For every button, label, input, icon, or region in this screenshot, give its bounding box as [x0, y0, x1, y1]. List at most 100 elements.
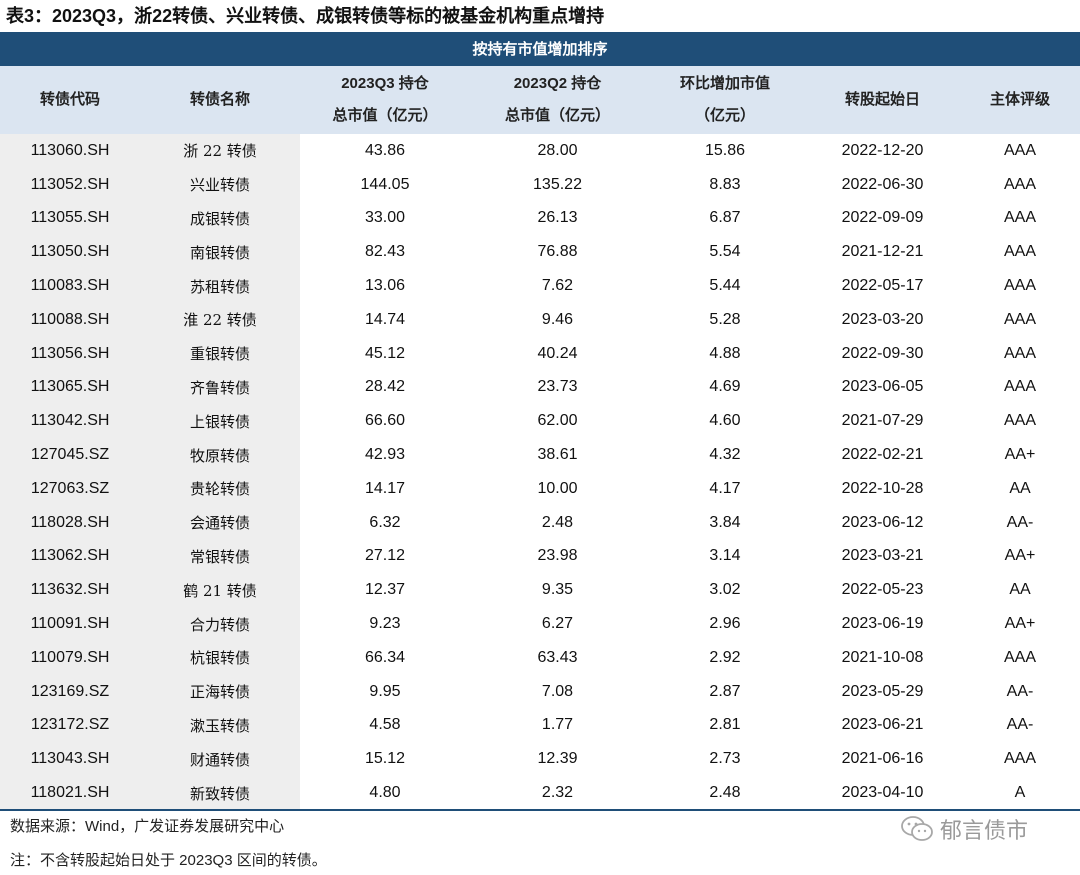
cell-code: 127045.SZ [30, 446, 110, 464]
cell-name: 贵轮转债 [189, 480, 250, 499]
cell-change: 5.28 [709, 310, 741, 328]
cell-code: 113050.SH [30, 243, 110, 261]
cell-q2-value: 2.32 [541, 784, 574, 802]
table-header: 转债代码 转债名称 2023Q3 持仓 总市值（亿元） 2023Q2 持仓 总市… [0, 66, 1080, 134]
watermark: 郁言债市 [900, 814, 1028, 844]
table-row: 127045.SZ 牧原转债 42.93 38.61 4.32 2022-02-21 AA+ [0, 438, 1080, 472]
cell-change: 8.83 [709, 175, 741, 193]
cell-rating: AAA [1003, 378, 1036, 396]
cell-change: 5.44 [709, 277, 741, 295]
cell-name: 新致转债 [189, 784, 250, 803]
cell-q3-value: 66.34 [364, 648, 406, 666]
cell-q2-value: 63.43 [537, 648, 578, 666]
cell-rating: AAA [1003, 209, 1036, 227]
cell-change: 4.17 [709, 479, 741, 497]
table-row: 110091.SH 合力转债 9.23 6.27 2.96 2023-06-19 AA+ [0, 607, 1080, 641]
table-row: 113043.SH 财通转债 15.12 12.39 2.73 2021-06-16 AAA [0, 742, 1080, 776]
table-row: 113065.SH 齐鲁转债 28.42 23.73 4.69 2023-06-05 AAA [0, 371, 1080, 405]
cell-rating: AAA [1003, 750, 1036, 768]
cell-rating: AA+ [1004, 547, 1036, 565]
header-change: 环比增加市值 （亿元） [679, 75, 770, 124]
header-rating: 主体评级 [989, 91, 1050, 108]
cell-start-date: 2021-12-21 [841, 243, 924, 261]
header-q2-value: 2023Q2 持仓 总市值（亿元） [504, 75, 610, 124]
cell-q3-value: 27.12 [364, 547, 406, 565]
table-row: 127063.SZ 贵轮转债 14.17 10.00 4.17 2022-10-28 AA [0, 472, 1080, 506]
table-row: 113052.SH 兴业转债 144.05 135.22 8.83 2022-06-30 A… [0, 168, 1080, 202]
cell-q2-value: 9.35 [541, 581, 574, 599]
cell-q2-value: 10.00 [537, 479, 578, 497]
cell-code: 113062.SH [30, 547, 110, 565]
cell-change: 3.14 [709, 547, 741, 565]
cell-rating: AA [1009, 479, 1031, 497]
table-row: 110083.SH 苏租转债 13.06 7.62 5.44 2022-05-17 AAA [0, 269, 1080, 303]
cell-change: 2.87 [709, 682, 741, 700]
cell-rating: AA+ [1004, 615, 1036, 633]
cell-q3-value: 4.80 [369, 784, 401, 802]
cell-q2-value: 9.46 [541, 310, 574, 328]
cell-q2-value: 7.62 [541, 277, 574, 295]
cell-change: 6.87 [709, 209, 741, 227]
cell-change: 3.84 [709, 513, 741, 531]
cell-q2-value: 7.08 [541, 682, 574, 700]
cell-change: 4.60 [709, 412, 741, 430]
cell-start-date: 2023-06-12 [841, 513, 924, 531]
cell-name: 杭银转债 [189, 649, 250, 668]
cell-change: 2.92 [709, 648, 741, 666]
cell-start-date: 2022-02-21 [841, 446, 924, 464]
cell-code: 113056.SH [30, 344, 110, 362]
cell-start-date: 2021-07-29 [841, 412, 924, 430]
cell-q2-value: 1.77 [541, 716, 574, 734]
cell-q2-value: 135.22 [533, 175, 582, 193]
cell-name: 鹤 21 转债 [183, 581, 257, 600]
cell-start-date: 2023-06-21 [841, 716, 924, 734]
cell-q3-value: 9.95 [369, 682, 401, 700]
cell-rating: AA- [1006, 682, 1034, 700]
cell-start-date: 2023-03-21 [841, 547, 924, 565]
cell-code: 123169.SZ [30, 682, 110, 700]
cell-rating: AAA [1003, 243, 1036, 261]
cell-name: 常银转债 [189, 547, 250, 566]
cell-rating: AAA [1003, 175, 1036, 193]
cell-q3-value: 144.05 [360, 175, 410, 193]
cell-rating: AA [1009, 581, 1031, 599]
table-row: 113042.SH 上银转债 66.60 62.00 4.60 2021-07-29 AAA [0, 404, 1080, 438]
cell-start-date: 2022-09-30 [841, 344, 924, 362]
cell-code: 113052.SH [30, 175, 110, 193]
cell-change: 3.02 [709, 581, 741, 599]
cell-q3-value: 33.00 [364, 209, 406, 227]
cell-q2-value: 28.00 [537, 141, 578, 159]
header-q3-value: 2023Q3 持仓 总市值（亿元） [332, 75, 438, 124]
cell-change: 15.86 [704, 141, 746, 159]
cell-q3-value: 43.86 [364, 141, 406, 159]
table-row: 113062.SH 常银转债 27.12 23.98 3.14 2023-03-21 AA+ [0, 540, 1080, 574]
table-row: 123172.SZ 漱玉转债 4.58 1.77 2.81 2023-06-21 AA- [0, 709, 1080, 743]
cell-code: 113042.SH [30, 412, 110, 430]
cell-name: 漱玉转债 [189, 716, 250, 735]
cell-q3-value: 28.42 [364, 378, 406, 396]
cell-q2-value: 23.98 [537, 547, 578, 565]
cell-q2-value: 76.88 [537, 243, 578, 261]
cell-code: 113055.SH [30, 209, 110, 227]
cell-change: 5.54 [709, 243, 741, 261]
cell-rating: A [1014, 784, 1026, 802]
cell-rating: AAA [1003, 277, 1036, 295]
cell-rating: AAA [1003, 648, 1036, 666]
cell-start-date: 2022-05-17 [841, 277, 924, 295]
cell-q3-value: 15.12 [364, 750, 406, 768]
cell-change: 2.73 [709, 750, 741, 768]
cell-name: 浙 22 转债 [183, 142, 257, 161]
cell-name: 兴业转债 [189, 176, 250, 195]
cell-rating: AA- [1006, 716, 1034, 734]
source-note: 数据来源：Wind，广发证券发展研究中心 [10, 818, 285, 835]
cell-code: 110091.SH [30, 615, 110, 633]
cell-name: 合力转债 [189, 615, 250, 634]
cell-change: 4.32 [709, 446, 741, 464]
cell-code: 118028.SH [30, 513, 110, 531]
cell-code: 113043.SH [30, 750, 110, 768]
cell-code: 110079.SH [30, 648, 110, 666]
cell-start-date: 2022-12-20 [841, 141, 924, 159]
table-row: 113632.SH 鹤 21 转债 12.37 9.35 3.02 2022-05-23 A… [0, 573, 1080, 607]
cell-code: 110088.SH [30, 310, 110, 328]
cell-name: 苏租转债 [189, 277, 250, 296]
